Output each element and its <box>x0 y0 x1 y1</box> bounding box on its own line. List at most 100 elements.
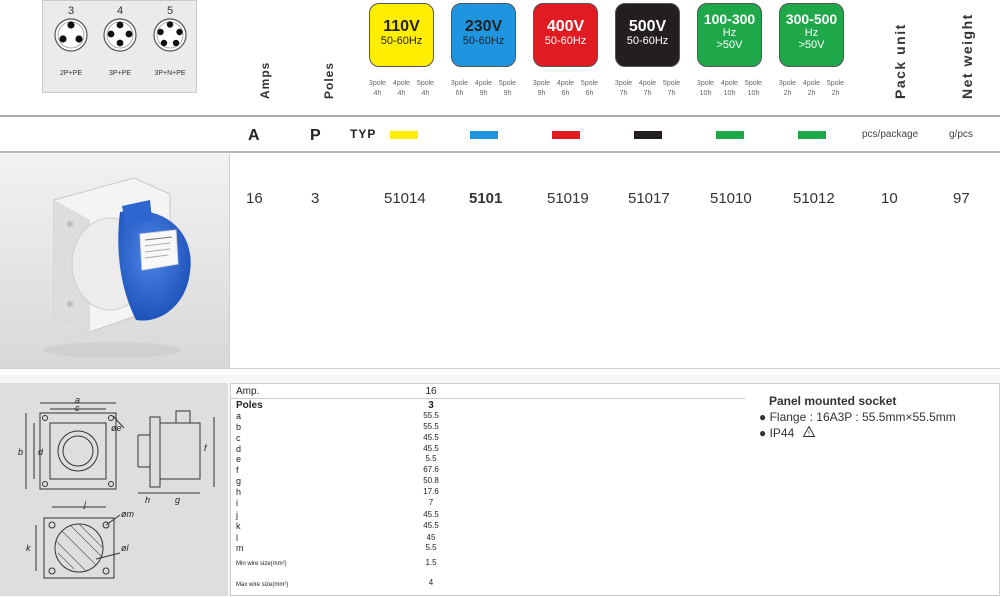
divider <box>229 154 230 368</box>
flange-spec: ● Flange : 16A3P : 55.5mm×55.5mm <box>759 410 956 424</box>
voltage-box-500v: 500V 50-60Hz <box>615 3 680 67</box>
spec-table: Amp. 16 Poles 3 a 55.5 b 55.5 c 45.5 d 45.5 … <box>230 383 542 596</box>
pin-config-5: 5 3P+N+PE <box>145 5 195 77</box>
code-500v: 51017 <box>628 190 670 207</box>
dim-label-f: f <box>204 443 207 453</box>
spec-value: 17.6 <box>423 487 439 496</box>
pole-hour: 10h <box>723 90 736 97</box>
spec-key: i <box>236 498 238 508</box>
dimension-drawing: a c b d øe f g h j k øl øm <box>0 383 228 596</box>
spec-value: 1.5 <box>425 558 437 567</box>
pole-label: 4pole <box>392 80 411 87</box>
pole-hour: 6h <box>585 90 594 97</box>
pole-hour: 6h <box>561 90 570 97</box>
pole-label: 3pole <box>532 80 551 87</box>
spec-key: c <box>236 433 241 443</box>
spec-value: 4 <box>428 578 434 587</box>
dimension-drawing-svg <box>25 402 215 579</box>
pole-hour: 10h <box>699 90 712 97</box>
poles-column-header: Poles <box>322 61 336 99</box>
pole-hour: 7h <box>643 90 652 97</box>
pole-label: 5pole <box>416 80 435 87</box>
dim-label-l: øl <box>121 543 129 553</box>
dim-label-g: g <box>175 495 181 505</box>
divider <box>0 368 1000 369</box>
spec-key: a <box>236 411 242 421</box>
pack-quantity: 10 <box>881 190 898 207</box>
spec-value: 5.5 <box>425 543 437 552</box>
product-title: Panel mounted socket <box>769 394 897 408</box>
spec-key: Poles <box>236 400 263 411</box>
pole-hours-400v: 3pole 4pole 5pole 9h 6h 6h <box>530 80 600 102</box>
pole-hours-300-500: 3pole 4pole 5pole 2h 2h 2h <box>776 80 846 102</box>
panel-socket-image <box>42 177 191 358</box>
pole-label: 5pole <box>826 80 845 87</box>
pole-hour: 2h <box>807 90 816 97</box>
code-110v: 51014 <box>384 190 426 207</box>
pole-label: 3pole <box>614 80 633 87</box>
warning-icon: ! <box>803 426 815 437</box>
spec-key: d <box>236 444 242 454</box>
poles-value: 3 <box>311 190 320 207</box>
table-rule <box>541 398 745 399</box>
spec-value: 16 <box>425 386 437 397</box>
dim-label-k: k <box>26 543 31 553</box>
amps-unit-label: A <box>248 127 260 144</box>
pole-label: 4pole <box>556 80 575 87</box>
color-swatch-100-300 <box>716 131 744 139</box>
header: 3 2P+PE 4 3P+PE 5 3P+N+PE Amps Poles 110… <box>0 0 1000 115</box>
pin-config-panel: 3 2P+PE 4 3P+PE 5 3P+N+PE <box>42 0 197 93</box>
voltage-frequency: 50-60Hz <box>626 35 669 47</box>
svg-text:!: ! <box>808 431 810 438</box>
net-weight-column-header: Net weight <box>959 13 975 99</box>
dim-label-b: b <box>18 447 24 457</box>
spec-key: m <box>236 543 244 553</box>
pole-label: 5pole <box>498 80 517 87</box>
spec-value: 55.5 <box>423 411 439 420</box>
pole-hour: 2h <box>831 90 840 97</box>
color-swatch-300-500 <box>798 131 826 139</box>
voltage-extra: >50V <box>798 39 825 51</box>
pole-hours-230v: 3pole 4pole 5pole 6h 9h 9h <box>448 80 518 102</box>
pin-config-3: 3 2P+PE <box>46 5 96 77</box>
socket-face-icon <box>153 18 187 52</box>
spec-value: 5.5 <box>425 454 437 463</box>
voltage-box-230v: 230V 50-60Hz <box>451 3 516 67</box>
voltage-frequency: Hz <box>804 27 819 39</box>
spec-key: j <box>236 510 238 520</box>
pole-hours-110v: 3pole 4pole 5pole 4h 4h 4h <box>366 80 436 102</box>
pin-config-label: 3P+PE <box>109 70 131 77</box>
spec-key: l <box>236 533 238 543</box>
pole-hour: 4h <box>421 90 430 97</box>
spec-table-empty-column <box>541 383 746 596</box>
voltage-box-100-300: 100-300 Hz >50V <box>697 3 762 67</box>
spec-key: f <box>236 465 239 475</box>
weight-unit-label: g/pcs <box>949 129 973 140</box>
color-swatch-230v <box>470 131 498 139</box>
dim-label-c: c <box>75 403 80 413</box>
pole-label: 3pole <box>778 80 797 87</box>
pin-count: 5 <box>166 5 174 17</box>
pack-unit-label: pcs/package <box>862 129 919 140</box>
pole-hours-500v: 3pole 4pole 5pole 7h 7h 7h <box>612 80 682 102</box>
voltage-value: 500V <box>628 18 667 35</box>
voltage-frequency: 50-60Hz <box>462 35 505 47</box>
pole-hour: 2h <box>783 90 792 97</box>
divider <box>0 151 1000 153</box>
voltage-frequency: 50-60Hz <box>380 35 423 47</box>
voltage-extra: >50V <box>716 39 743 51</box>
spec-key: k <box>236 521 241 531</box>
type-row: A P TYP pcs/package g/pcs <box>0 117 1000 151</box>
dim-label-e: øe <box>111 423 122 433</box>
pole-label: 4pole <box>720 80 739 87</box>
pole-label: 3pole <box>368 80 387 87</box>
voltage-value: 300-500 <box>785 11 838 27</box>
poles-unit-label: P <box>310 127 321 144</box>
spec-value: 7 <box>428 498 434 507</box>
spec-value: 3 <box>428 400 434 411</box>
dim-label-m: øm <box>121 509 134 519</box>
pole-hour: 10h <box>747 90 760 97</box>
amps-column-header: Amps <box>258 61 272 99</box>
pole-label: 3pole <box>696 80 715 87</box>
pole-hour: 4h <box>397 90 406 97</box>
